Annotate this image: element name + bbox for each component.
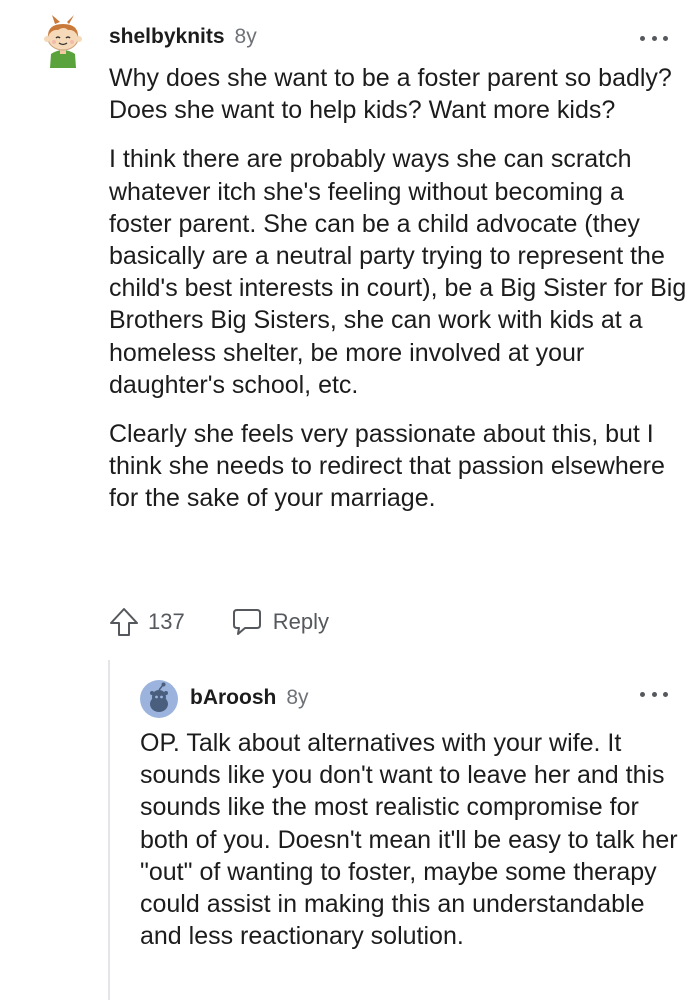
reply-avatar[interactable] <box>140 680 178 718</box>
more-options-icon-dot <box>663 35 668 41</box>
reply-meta: bAroosh 8y <box>190 686 309 710</box>
user-avatar[interactable] <box>38 10 88 68</box>
more-options-button[interactable] <box>640 32 668 44</box>
comment-actions: 137 Reply <box>108 606 329 638</box>
reply-body: OP. Talk about alternatives with your wi… <box>140 727 690 952</box>
reply-button[interactable]: Reply <box>231 607 329 637</box>
more-options-icon-dot <box>663 691 668 697</box>
more-options-icon-dot <box>651 691 657 697</box>
upvote-button[interactable]: 137 <box>108 606 185 638</box>
more-options-icon <box>640 691 645 697</box>
upvote-arrow-icon <box>110 608 138 636</box>
speech-bubble-icon <box>232 609 261 635</box>
comment-paragraph: Clearly she feels very passionate about … <box>109 420 665 513</box>
reply-paragraph: OP. Talk about alternatives with your wi… <box>140 729 678 951</box>
reply-age: 8y <box>286 686 309 709</box>
default-snoo-avatar-icon <box>140 680 178 718</box>
snoo-avatar-icon <box>44 15 82 68</box>
comment-paragraph: Why does she want to be a foster parent … <box>109 64 672 125</box>
username-link[interactable]: shelbyknits <box>109 25 225 49</box>
vote-count: 137 <box>148 609 185 634</box>
comment-paragraph: I think there are probably ways she can … <box>109 145 687 399</box>
comment-age: 8y <box>234 25 257 48</box>
comment-body: Why does she want to be a foster parent … <box>109 62 689 532</box>
reply-label: Reply <box>272 609 329 634</box>
comment-meta: shelbyknits 8y <box>109 25 257 49</box>
comment-thread: shelbyknits 8y Why does she want to be a… <box>0 0 700 1000</box>
more-options-icon <box>640 35 645 41</box>
thread-line[interactable] <box>108 660 110 1000</box>
reply-more-options-button[interactable] <box>640 688 668 700</box>
more-options-icon-dot <box>651 35 657 41</box>
reply-username-link[interactable]: bAroosh <box>190 686 276 710</box>
